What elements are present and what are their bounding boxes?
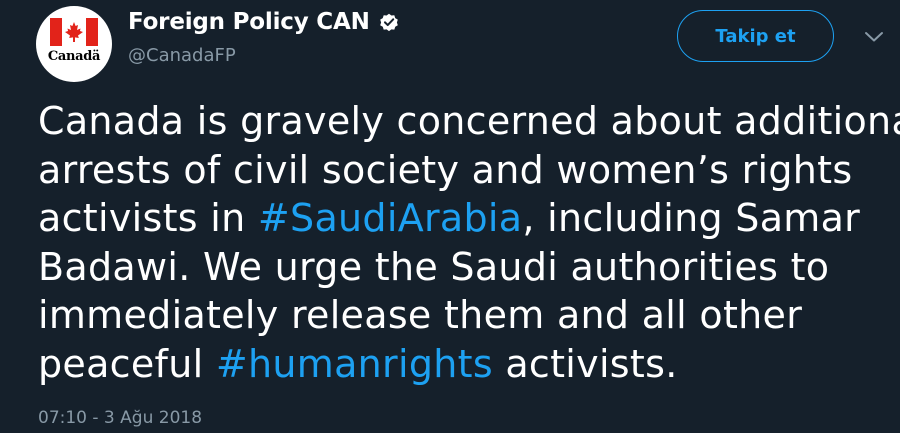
tweet-text-segment: arrests of civil society and women’s rig… (38, 147, 853, 192)
hashtag-link[interactable]: #SaudiArabia (258, 196, 522, 240)
tweet-text: Canada is gravely concerned about additi… (38, 97, 900, 389)
follow-button[interactable]: Takip et (677, 10, 834, 62)
tweet-text-line: Canada is gravely concerned about additi… (38, 97, 900, 146)
tweet-text-segment: activists. (492, 341, 678, 386)
tweet-text-line: arrests of civil society and women’s rig… (38, 146, 888, 195)
tweet-text-segment: , including Samar (522, 196, 861, 240)
verified-badge-icon (379, 13, 398, 32)
tweet-text-segment: activists in (38, 196, 258, 240)
tweet-text-line: activists in #SaudiArabia, including Sam… (38, 194, 888, 243)
chevron-down-icon[interactable] (863, 30, 885, 44)
tweet-card: Canadä Foreign Policy CAN @CanadaFP Taki… (0, 0, 900, 433)
hashtag-link[interactable]: #humanrights (216, 342, 493, 386)
tweet-text-line: Badawi. We urge the Saudi authorities to (38, 243, 888, 292)
avatar[interactable]: Canadä (36, 6, 112, 82)
tweet-text-segment: peaceful (38, 341, 216, 386)
tweet-timestamp[interactable]: 07:10 - 3 Ağu 2018 (38, 408, 202, 428)
tweet-text-segment: immediately release them and all other (38, 293, 803, 337)
tweet-text-segment: Badawi. We urge the Saudi authorities to (38, 244, 830, 289)
tweet-text-line: peaceful #humanrights activists. (38, 340, 888, 389)
tweet-text-segment: Canada is gravely concerned about additi… (38, 99, 900, 143)
tweet-text-line: immediately release them and all other (38, 291, 888, 340)
account-handle[interactable]: @CanadaFP (128, 45, 236, 66)
display-name[interactable]: Foreign Policy CAN (128, 9, 370, 35)
avatar-wordmark: Canadä (47, 49, 101, 64)
account-name-row: Foreign Policy CAN (128, 9, 400, 35)
canada-flag-icon (50, 18, 98, 46)
